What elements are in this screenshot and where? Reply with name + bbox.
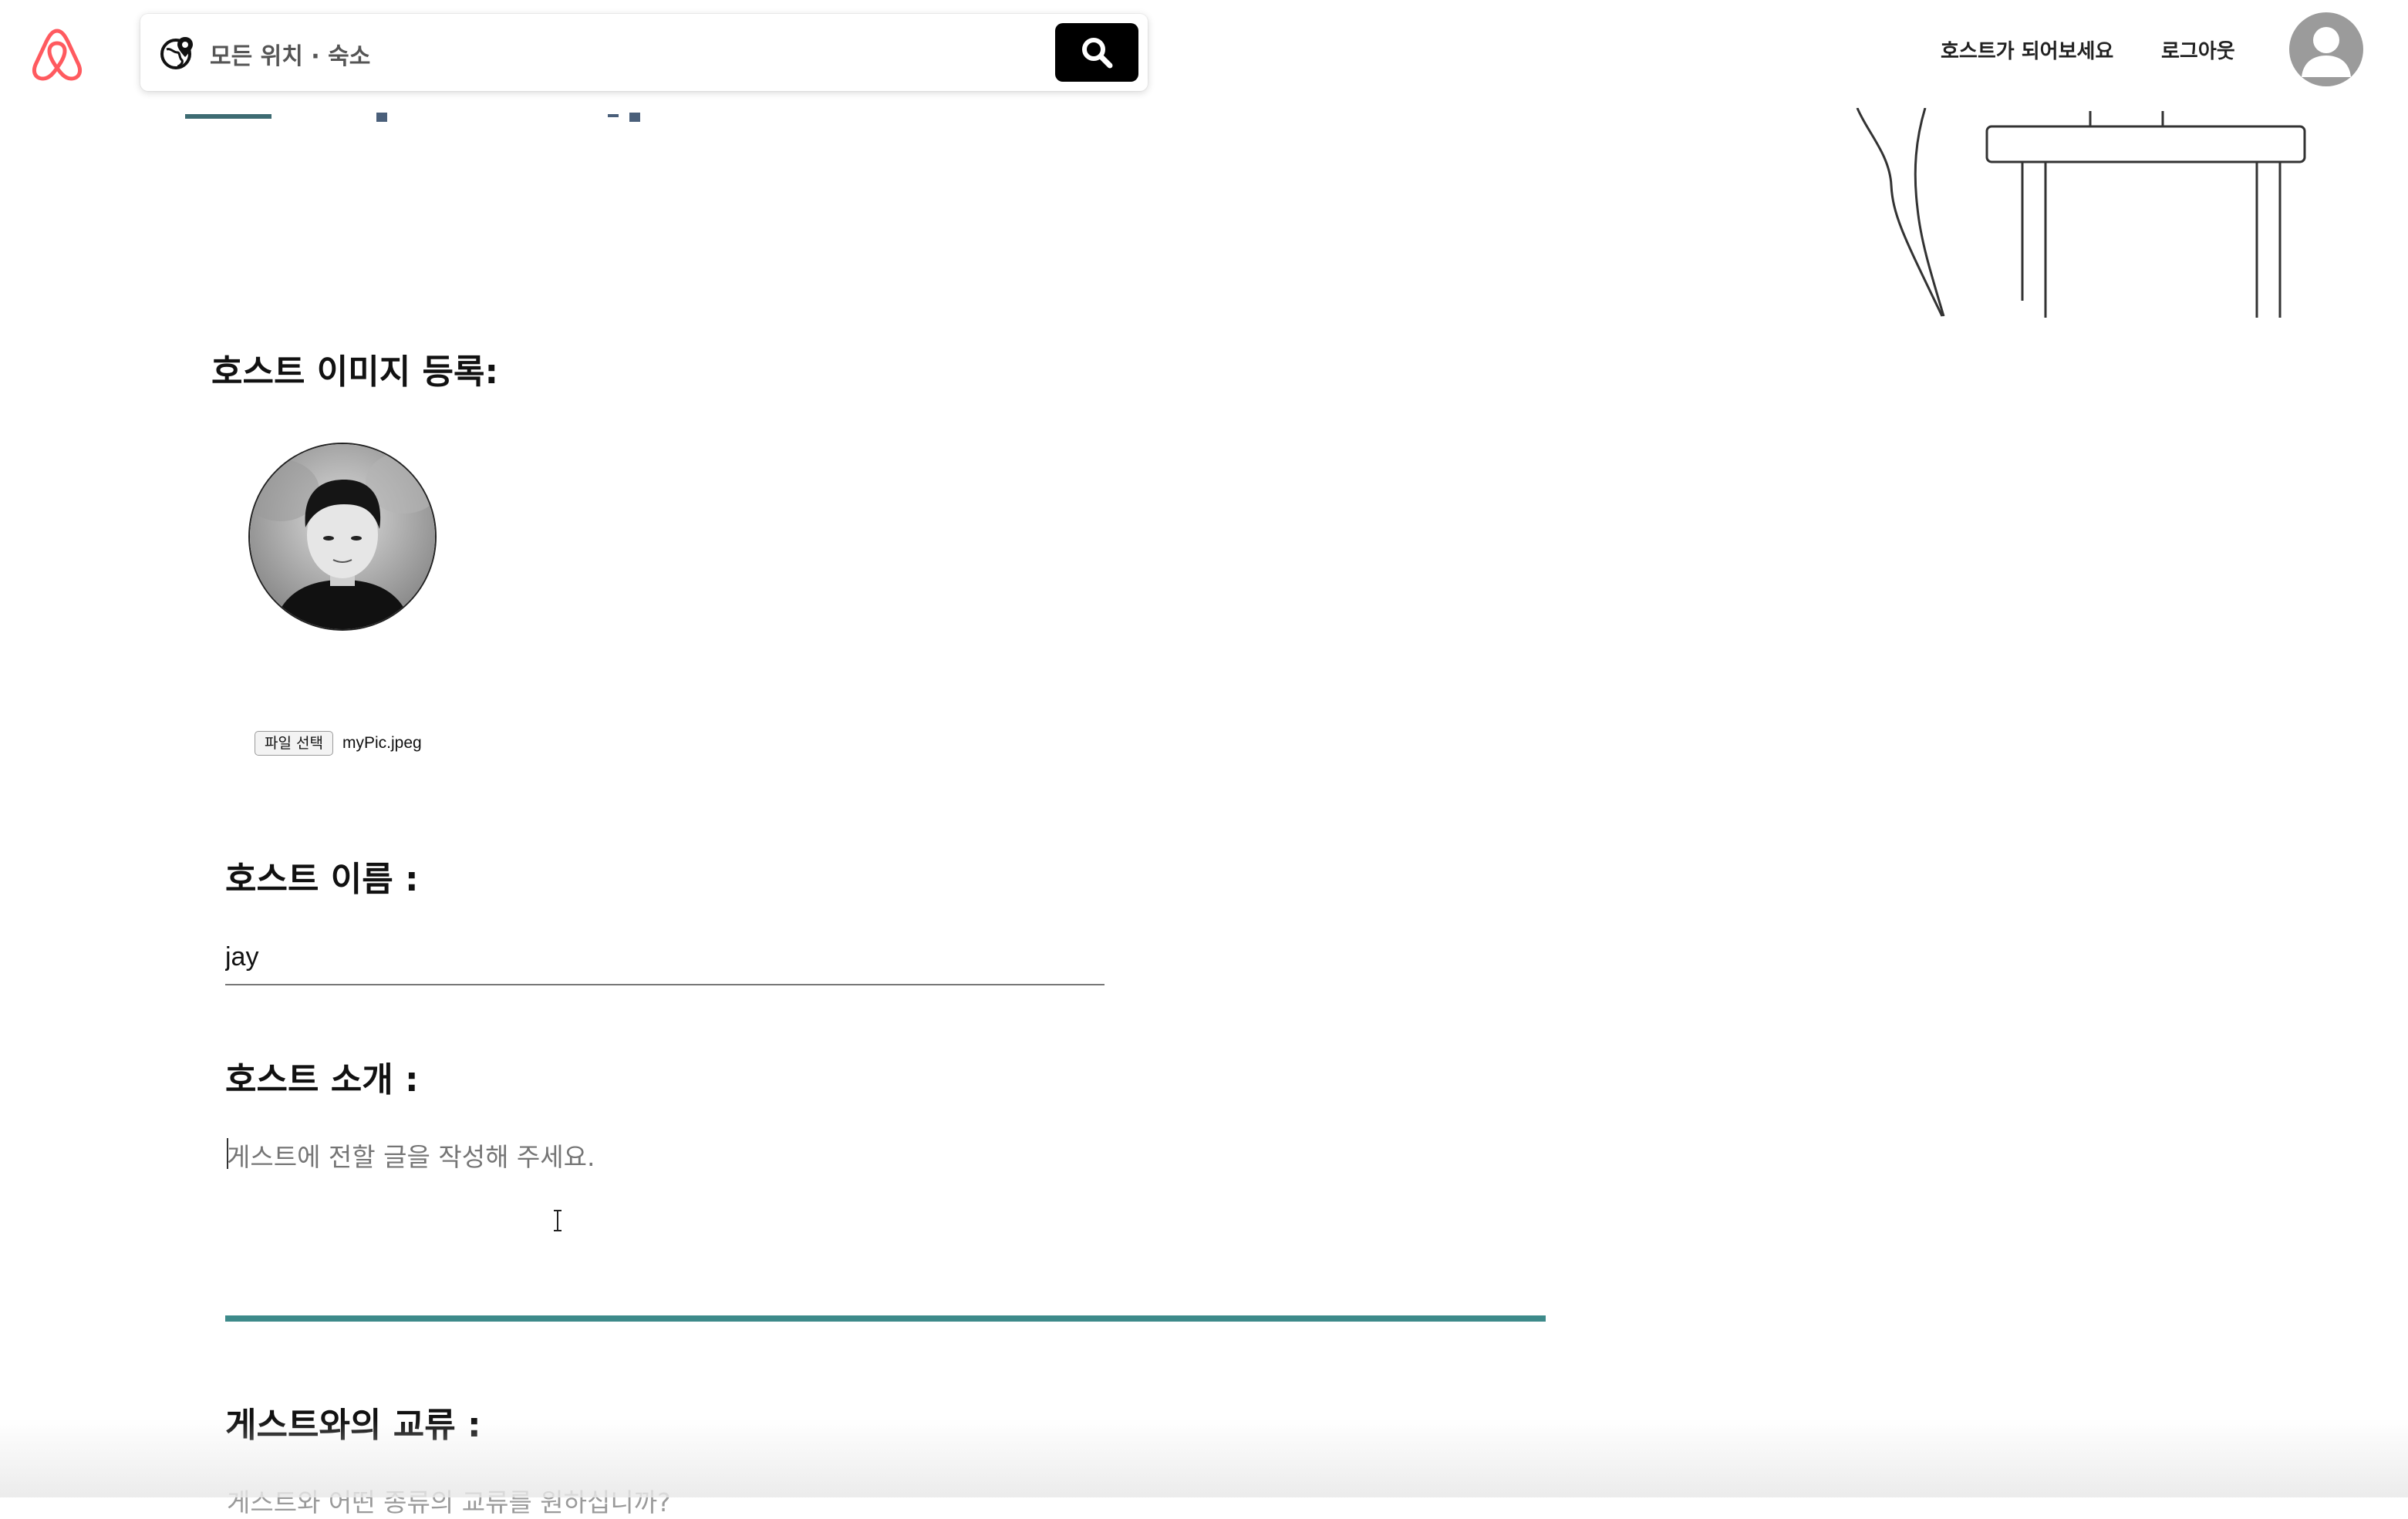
guest-interaction-placeholder[interactable]: 게스트와 어떤 종류의 교류를 원하십니까? [227, 1482, 671, 1519]
host-profile-image [248, 443, 437, 631]
search-icon [1082, 38, 1113, 69]
top-navigation-bar: 모든 위치 · 숙소 호스트가 되어보세요 로그아웃 [0, 0, 2408, 108]
host-intro-label: 호스트 소개 : [225, 1060, 419, 1100]
text-caret [227, 1138, 228, 1169]
host-intro-textarea[interactable] [227, 1137, 1538, 1306]
airbnb-logo-icon[interactable] [29, 25, 85, 83]
step-indicator-dot [376, 113, 387, 122]
desk-illustration [1836, 107, 2329, 328]
become-host-link[interactable]: 호스트가 되어보세요 [1941, 35, 2113, 64]
search-button[interactable] [1055, 23, 1138, 82]
search-bar[interactable]: 모든 위치 · 숙소 [140, 14, 1148, 91]
step-indicator-bar [185, 114, 271, 119]
user-avatar-icon[interactable] [2289, 12, 2363, 86]
host-name-input[interactable] [225, 930, 1105, 985]
ibeam-cursor-icon [552, 1209, 563, 1236]
step-indicator-dash [608, 114, 619, 117]
file-select-button[interactable]: 파일 선택 [255, 731, 333, 756]
step-indicator-dot [629, 113, 640, 122]
guest-interaction-label: 게스트와의 교류 : [225, 1406, 481, 1445]
host-image-label: 호스트 이미지 등록: [211, 352, 499, 392]
section-divider [225, 1315, 1546, 1322]
host-name-label: 호스트 이름 : [225, 860, 419, 899]
globe-pin-icon [159, 34, 197, 72]
logout-link[interactable]: 로그아웃 [2161, 35, 2235, 64]
search-placeholder[interactable]: 모든 위치 · 숙소 [210, 37, 370, 71]
selected-file-name: myPic.jpeg [342, 734, 422, 752]
